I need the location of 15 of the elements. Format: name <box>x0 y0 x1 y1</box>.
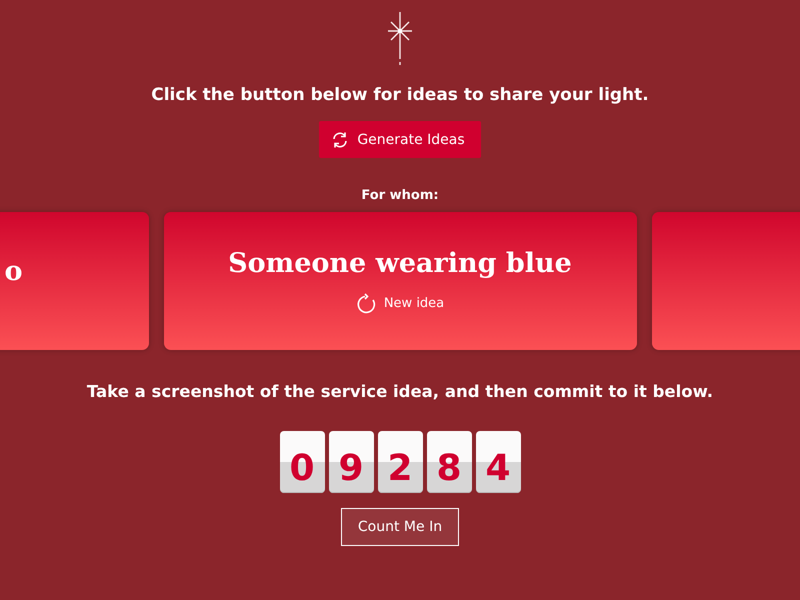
prompt-text: Click the button below for ideas to share your light. <box>151 85 649 105</box>
generate-ideas-button[interactable]: Generate Ideas <box>319 121 481 158</box>
idea-text: Someone wearing blue <box>228 248 572 278</box>
counter-digit: 9 <box>328 431 374 493</box>
instruction-text: Take a screenshot of the service idea, and then commit to it below. <box>86 382 714 401</box>
new-idea-button[interactable]: New idea <box>356 292 444 314</box>
count-me-in-button[interactable]: Count Me In <box>340 508 460 546</box>
counter-digit: 8 <box>426 431 472 493</box>
refresh-icon <box>331 130 350 148</box>
counter-digit: 2 <box>378 431 422 493</box>
counter-digit: 0 <box>280 431 324 493</box>
refresh-icon <box>356 292 378 314</box>
idea-text: o <box>4 256 22 286</box>
for-whom-label: For whom: <box>361 188 439 203</box>
counter-digit: 4 <box>476 431 520 493</box>
